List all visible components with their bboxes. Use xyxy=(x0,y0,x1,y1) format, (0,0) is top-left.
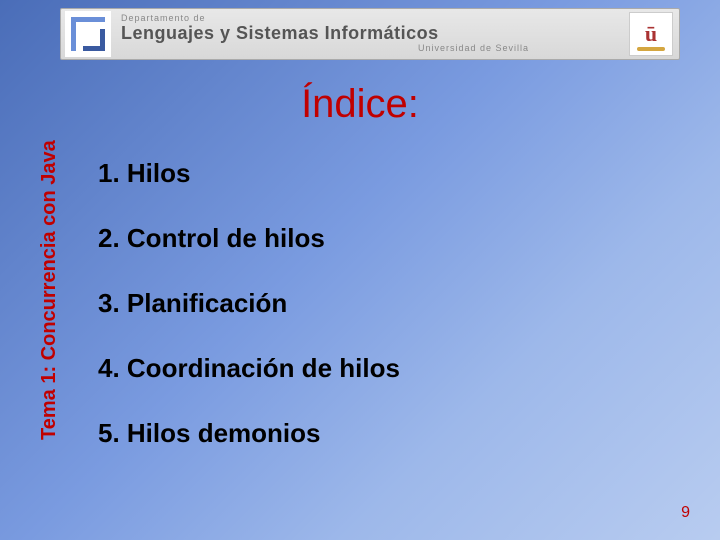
university-logo: ū xyxy=(629,12,673,56)
list-item: 4. Coordinación de hilos xyxy=(98,353,680,384)
header-text-block: Departamento de Lenguajes y Sistemas Inf… xyxy=(111,14,629,54)
dept-logo-shape xyxy=(71,17,105,51)
list-item: 5. Hilos demonios xyxy=(98,418,680,449)
list-item: 3. Planificación xyxy=(98,288,680,319)
list-item: 1. Hilos xyxy=(98,158,680,189)
slide-title: Índice: xyxy=(0,82,720,127)
index-list: 1. Hilos 2. Control de hilos 3. Planific… xyxy=(98,158,680,483)
sidebar-label: Tema 1: Concurrencia con Java xyxy=(38,140,61,440)
dept-logo xyxy=(65,11,111,57)
list-item: 2. Control de hilos xyxy=(98,223,680,254)
page-number: 9 xyxy=(681,504,690,522)
university-logo-letter: ū xyxy=(645,21,657,47)
header-bar: Departamento de Lenguajes y Sistemas Inf… xyxy=(60,8,680,60)
university-line: Universidad de Sevilla xyxy=(121,44,629,54)
dept-main-line: Lenguajes y Sistemas Informáticos xyxy=(121,24,629,44)
